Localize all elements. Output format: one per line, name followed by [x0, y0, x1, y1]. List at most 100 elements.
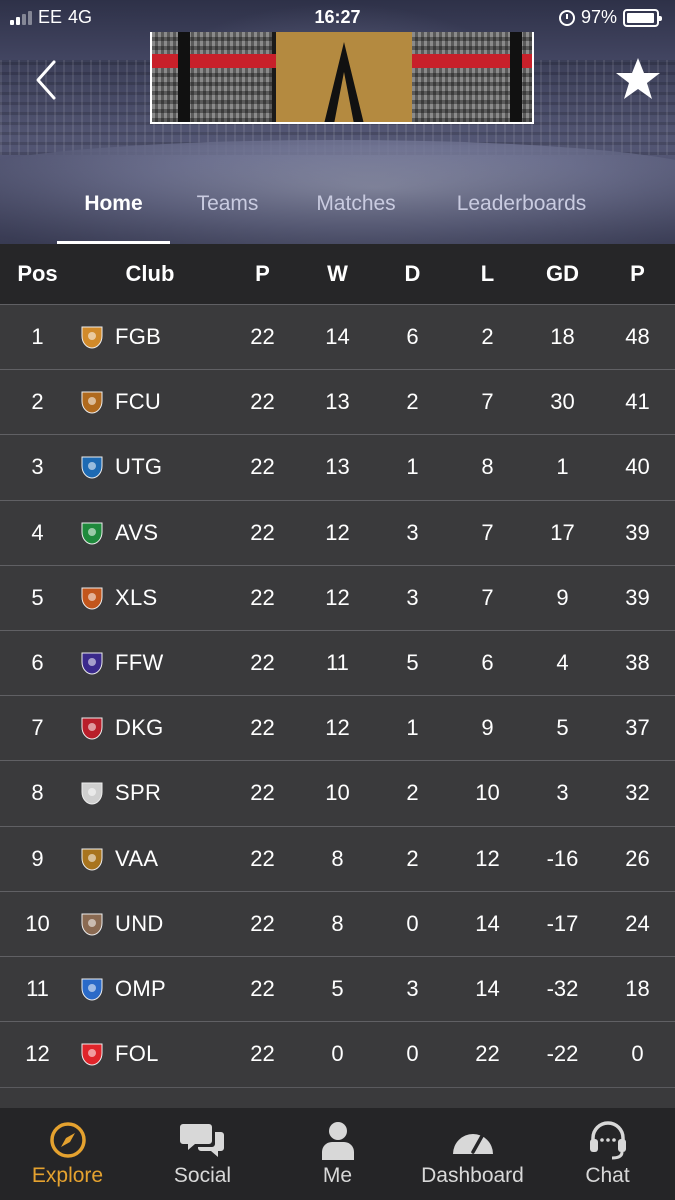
table-row[interactable]: 2 FCU 22 13 2 7 30 41: [0, 369, 675, 435]
nav-me[interactable]: Me: [270, 1108, 405, 1200]
club-name: FCU: [115, 389, 162, 415]
nav-chat[interactable]: Chat: [540, 1108, 675, 1200]
points-cell: 40: [625, 454, 650, 480]
points-cell: 39: [625, 519, 650, 545]
position-cell: 4: [31, 519, 44, 545]
lost-cell: 7: [481, 389, 494, 415]
club-name: AVS: [115, 519, 159, 545]
goal-difference-cell: -16: [546, 845, 579, 871]
club-badge-icon: [75, 450, 109, 484]
favorite-button[interactable]: [614, 56, 662, 102]
drawn-cell: 1: [406, 454, 419, 480]
drawn-cell: 1: [406, 715, 419, 741]
position-cell: 1: [31, 324, 44, 349]
drawn-cell: 2: [406, 389, 419, 415]
drawn-cell: 3: [406, 976, 419, 1001]
table-row[interactable]: 12 FOL 22 0 0 22 -22 0: [0, 1021, 675, 1087]
lost-cell: 2: [481, 324, 494, 349]
header-lost: L: [480, 261, 495, 286]
tab-matches[interactable]: Matches: [300, 182, 412, 244]
drawn-cell: 0: [406, 910, 419, 936]
table-row[interactable]: 8 SPR 22 10 2 10 3 32: [0, 760, 675, 826]
club-name: XLS: [115, 584, 158, 610]
goal-difference-cell: 17: [550, 519, 575, 545]
drawn-cell: 3: [406, 519, 419, 545]
drawn-cell: 0: [406, 1041, 419, 1067]
battery-percent: 97%: [580, 7, 617, 27]
league-logo: [276, 32, 412, 122]
lost-cell: 22: [475, 1041, 500, 1067]
won-cell: 13: [325, 454, 350, 480]
header-points: P: [630, 261, 645, 286]
club-badge-icon: [75, 320, 109, 354]
club-cell: SPR: [75, 761, 225, 825]
goal-difference-cell: -17: [546, 910, 579, 936]
club-cell: FOL: [75, 1022, 225, 1086]
header-goal-difference: GD: [546, 261, 579, 286]
table-row[interactable]: 4 AVS 22 12 3 7 17 39: [0, 499, 675, 565]
headset-icon: [589, 1121, 626, 1160]
header-won: W: [327, 261, 348, 286]
table-row[interactable]: 9 VAA 22 8 2 12 -16 26: [0, 825, 675, 891]
lost-cell: 14: [475, 910, 500, 936]
position-cell: 11: [26, 976, 49, 1001]
club-name: VAA: [115, 845, 159, 871]
club-badge-icon: [75, 711, 109, 745]
nav-explore[interactable]: Explore: [0, 1108, 135, 1200]
points-cell: 24: [625, 910, 650, 936]
club-name: DKG: [115, 715, 164, 741]
battery-icon: [623, 8, 662, 27]
table-row[interactable]: 11 OMP 22 5 3 14 -32 18: [0, 956, 675, 1021]
won-cell: 12: [325, 715, 350, 741]
table-row[interactable]: 1 FGB 22 14 6 2 18 48: [0, 304, 675, 369]
table-row[interactable]: 5 XLS 22 12 3 7 9 39: [0, 564, 675, 630]
club-badge-icon: [75, 972, 109, 1006]
section-tabs: Home Teams Matches Leaderboards: [0, 182, 675, 244]
table-row[interactable]: 7 DKG 22 12 1 9 5 37: [0, 695, 675, 761]
nav-social[interactable]: Social: [135, 1108, 270, 1200]
club-name: OMP: [115, 976, 167, 1001]
club-badge-icon: [75, 907, 109, 941]
club-cell: DKG: [75, 696, 225, 760]
played-cell: 22: [250, 584, 275, 610]
table-row[interactable]: 10 UND 22 8 0 14 -17 24: [0, 890, 675, 956]
back-button[interactable]: [30, 58, 64, 102]
points-cell: 48: [625, 324, 650, 349]
club-badge-icon: [75, 1037, 109, 1071]
position-cell: 10: [25, 910, 50, 936]
played-cell: 22: [250, 1041, 275, 1067]
tab-teams[interactable]: Teams: [180, 182, 275, 244]
position-cell: 7: [31, 715, 44, 741]
tab-home[interactable]: Home: [57, 182, 170, 244]
tab-leaderboards[interactable]: Leaderboards: [440, 182, 603, 244]
chevron-left-icon: [36, 60, 56, 100]
club-name: FFW: [115, 650, 164, 675]
points-cell: 37: [625, 715, 650, 741]
lost-cell: 6: [481, 650, 494, 675]
club-cell: FGB: [75, 305, 225, 369]
won-cell: 14: [325, 324, 350, 349]
compass-icon: [49, 1122, 86, 1158]
won-cell: 12: [325, 584, 350, 610]
chat-bubbles-icon: [179, 1124, 224, 1157]
league-table-header: Pos Club P W D L GD P: [0, 244, 675, 304]
lost-cell: 8: [481, 454, 494, 480]
club-badge-icon: [75, 646, 109, 680]
played-cell: 22: [250, 976, 275, 1001]
goal-difference-cell: 30: [550, 389, 575, 415]
table-row[interactable]: 3 UTG 22 13 1 8 1 40: [0, 434, 675, 500]
club-name: FOL: [115, 1041, 159, 1067]
goal-difference-cell: 4: [556, 650, 569, 675]
gauge-icon: [452, 1134, 493, 1154]
table-row[interactable]: 6 FFW 22 11 5 6 4 38: [0, 630, 675, 695]
nav-dashboard[interactable]: Dashboard: [405, 1108, 540, 1200]
person-icon: [321, 1122, 354, 1160]
played-cell: 22: [250, 780, 275, 806]
position-cell: 5: [31, 584, 44, 610]
lost-cell: 12: [475, 845, 500, 871]
club-badge-icon: [75, 776, 109, 810]
points-cell: 32: [625, 780, 650, 806]
position-cell: 6: [31, 650, 44, 675]
played-cell: 22: [250, 845, 275, 871]
played-cell: 22: [250, 519, 275, 545]
